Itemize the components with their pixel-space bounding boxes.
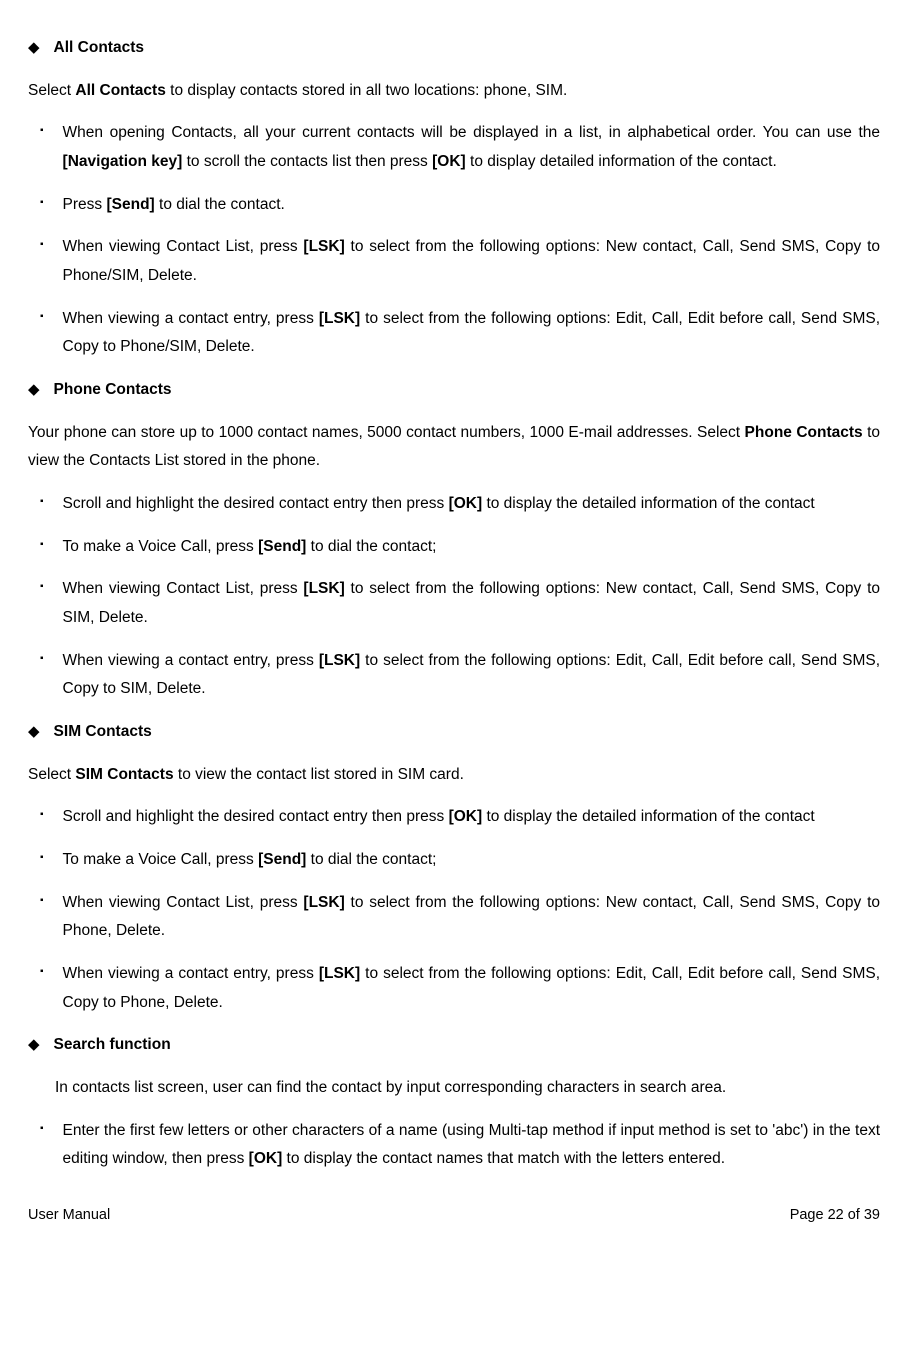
section-intro: Select SIM Contacts to view the contact … — [28, 761, 880, 790]
section-header: ◆ Search function — [28, 1031, 880, 1060]
section-intro: Your phone can store up to 1000 contact … — [28, 419, 880, 476]
bold-key: [LSK] — [303, 894, 344, 911]
list-item-text: To make a Voice Call, press [Send] to di… — [63, 846, 880, 875]
section-intro: Select All Contacts to display contacts … — [28, 77, 880, 106]
bullet-list: ▪ Scroll and highlight the desired contac… — [28, 490, 880, 704]
list-item: ▪ When viewing a contact entry, press [LS… — [28, 305, 880, 362]
bullet-icon: ▪ — [40, 582, 44, 592]
bold-key: [LSK] — [319, 965, 360, 982]
bullet-list: ▪ Scroll and highlight the desired contac… — [28, 803, 880, 1017]
bold-key: [Navigation key] — [63, 153, 183, 170]
section-header: ◆ All Contacts — [28, 34, 880, 63]
footer-left: User Manual — [28, 1202, 110, 1229]
intro-bold: Phone Contacts — [745, 424, 863, 441]
bullet-icon: ▪ — [40, 312, 44, 322]
bullet-icon: ▪ — [40, 126, 44, 136]
section-intro: In contacts list screen, user can find t… — [55, 1074, 880, 1103]
bullet-icon: ▪ — [40, 497, 44, 507]
bold-key: [OK] — [432, 153, 466, 170]
intro-bold: SIM Contacts — [75, 766, 173, 783]
section-title: Search function — [54, 1031, 171, 1060]
bullet-list: ▪ When opening Contacts, all your current… — [28, 119, 880, 362]
list-item-text: Enter the first few letters or other cha… — [63, 1117, 880, 1174]
diamond-icon: ◆ — [28, 40, 40, 55]
bullet-icon: ▪ — [40, 540, 44, 550]
bold-key: [LSK] — [319, 652, 360, 669]
section-title: Phone Contacts — [54, 376, 172, 405]
list-item-text: Scroll and highlight the desired contact… — [63, 490, 880, 519]
bullet-list: ▪ Enter the first few letters or other ch… — [28, 1117, 880, 1174]
bold-key: [LSK] — [303, 238, 344, 255]
bullet-icon: ▪ — [40, 810, 44, 820]
bullet-icon: ▪ — [40, 654, 44, 664]
list-item: ▪ When viewing Contact List, press [LSK] … — [28, 889, 880, 946]
list-item: ▪ To make a Voice Call, press [Send] to d… — [28, 533, 880, 562]
bold-key: [OK] — [449, 495, 483, 512]
list-item-text: Press [Send] to dial the contact. — [63, 191, 880, 220]
document-content: ◆All ContactsSelect All Contacts to disp… — [28, 34, 880, 1174]
bullet-icon: ▪ — [40, 1124, 44, 1134]
diamond-icon: ◆ — [28, 1037, 40, 1052]
footer-right: Page 22 of 39 — [790, 1202, 880, 1229]
bullet-icon: ▪ — [40, 967, 44, 977]
list-item: ▪ Scroll and highlight the desired contac… — [28, 490, 880, 519]
bullet-icon: ▪ — [40, 198, 44, 208]
list-item: ▪ Scroll and highlight the desired contac… — [28, 803, 880, 832]
list-item: ▪ When opening Contacts, all your current… — [28, 119, 880, 176]
list-item-text: When viewing Contact List, press [LSK] t… — [63, 575, 880, 632]
bullet-icon: ▪ — [40, 896, 44, 906]
bold-key: [OK] — [449, 808, 483, 825]
diamond-icon: ◆ — [28, 382, 40, 397]
bold-key: [LSK] — [319, 310, 360, 327]
list-item: ▪ Enter the first few letters or other ch… — [28, 1117, 880, 1174]
list-item-text: When viewing a contact entry, press [LSK… — [63, 647, 880, 704]
bold-key: [OK] — [249, 1150, 283, 1167]
list-item-text: To make a Voice Call, press [Send] to di… — [63, 533, 880, 562]
bold-key: [LSK] — [303, 580, 344, 597]
list-item-text: When viewing a contact entry, press [LSK… — [63, 960, 880, 1017]
list-item-text: When viewing a contact entry, press [LSK… — [63, 305, 880, 362]
bold-key: [Send] — [106, 196, 154, 213]
list-item: ▪ When viewing Contact List, press [LSK] … — [28, 575, 880, 632]
bold-key: [Send] — [258, 851, 306, 868]
list-item-text: When viewing Contact List, press [LSK] t… — [63, 889, 880, 946]
section-title: SIM Contacts — [54, 718, 152, 747]
diamond-icon: ◆ — [28, 724, 40, 739]
intro-bold: All Contacts — [75, 82, 165, 99]
list-item-text: Scroll and highlight the desired contact… — [63, 803, 880, 832]
section-header: ◆ SIM Contacts — [28, 718, 880, 747]
bullet-icon: ▪ — [40, 240, 44, 250]
section-header: ◆ Phone Contacts — [28, 376, 880, 405]
section-title: All Contacts — [54, 34, 144, 63]
list-item-text: When viewing Contact List, press [LSK] t… — [63, 233, 880, 290]
bullet-icon: ▪ — [40, 853, 44, 863]
page-footer: User Manual Page 22 of 39 — [28, 1202, 880, 1229]
list-item: ▪ When viewing Contact List, press [LSK] … — [28, 233, 880, 290]
list-item: ▪ Press [Send] to dial the contact. — [28, 191, 880, 220]
bold-key: [Send] — [258, 538, 306, 555]
list-item-text: When opening Contacts, all your current … — [63, 119, 880, 176]
list-item: ▪ When viewing a contact entry, press [LS… — [28, 647, 880, 704]
list-item: ▪ To make a Voice Call, press [Send] to d… — [28, 846, 880, 875]
list-item: ▪ When viewing a contact entry, press [LS… — [28, 960, 880, 1017]
